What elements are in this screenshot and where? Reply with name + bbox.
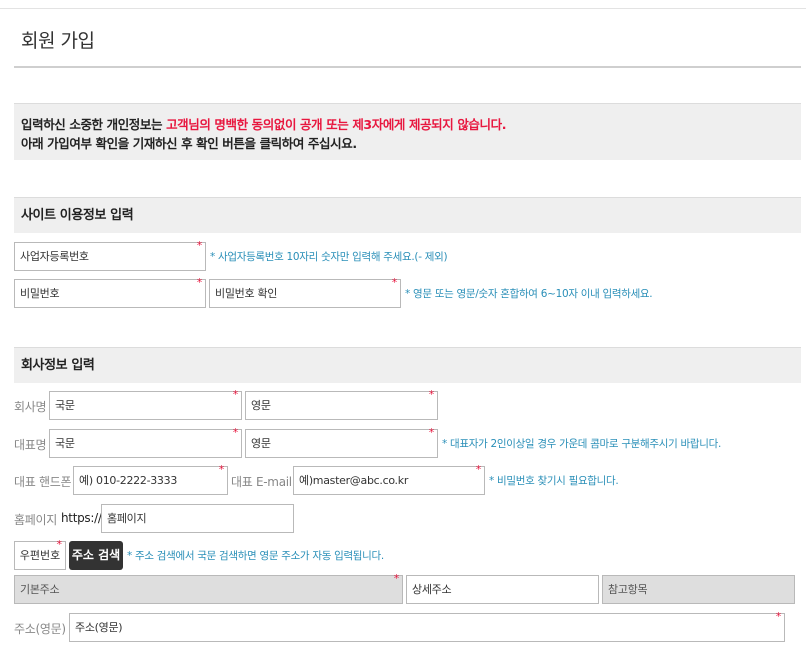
required-mark: * <box>232 426 239 439</box>
required-mark: * <box>428 388 435 401</box>
required-mark: * <box>391 276 398 289</box>
email-label: 대표 E-mail <box>231 475 292 489</box>
password-confirm-placeholder: 비밀번호 확인 <box>215 287 278 300</box>
address-en-placeholder: 주소(영문) <box>75 621 123 634</box>
required-mark: * <box>232 388 239 401</box>
detail-address-placeholder: 상세주소 <box>412 583 452 596</box>
homepage-prefix: https:// <box>61 511 102 525</box>
phone-placeholder: 예) 010-2222-3333 <box>79 474 178 487</box>
email-placeholder: 예)master@abc.co.kr <box>299 474 409 487</box>
phone-input[interactable]: 예) 010-2222-3333 * <box>73 463 228 495</box>
homepage-label: 홈페이지 <box>14 513 57 527</box>
email-input[interactable]: 예)master@abc.co.kr * <box>293 463 485 495</box>
section-title-site-info: 사이트 이용정보 입력 <box>14 197 801 233</box>
required-mark: * <box>56 538 63 551</box>
title-divider <box>14 66 801 68</box>
page-title: 회원 가입 <box>21 30 95 52</box>
required-mark: * <box>428 426 435 439</box>
company-name-en-placeholder: 영문 <box>251 399 271 412</box>
phone-label: 대표 핸드폰 <box>14 475 72 489</box>
notice-line-2: 아래 가입여부 확인을 기재하신 후 확인 버튼을 클릭하여 주십시요. <box>21 136 357 151</box>
required-mark: * <box>775 610 782 623</box>
notice-line-1: 입력하신 소중한 개인정보는 고객님의 명백한 동의없이 공개 또는 제3자에게… <box>21 115 801 134</box>
password-confirm-input[interactable]: 비밀번호 확인 * <box>209 276 401 308</box>
notice-text: 입력하신 소중한 개인정보는 <box>21 117 167 132</box>
reference-input[interactable]: 참고항목 <box>602 575 795 604</box>
base-address-input[interactable]: 기본주소 * <box>14 572 403 604</box>
company-name-ko-input[interactable]: 국문 * <box>49 388 242 420</box>
reference-placeholder: 참고항목 <box>608 583 648 596</box>
password-placeholder: 비밀번호 <box>20 287 60 300</box>
detail-address-input[interactable]: 상세주소 <box>406 575 599 604</box>
notice-highlight: 고객님의 명백한 동의없이 공개 또는 제3자에게 제공되지 않습니다. <box>166 117 507 132</box>
company-name-ko-placeholder: 국문 <box>55 399 75 412</box>
homepage-input[interactable]: 홈페이지 <box>101 504 294 533</box>
email-hint: * 비밀번호 찾기시 필요합니다. <box>489 475 619 487</box>
company-name-en-input[interactable]: 영문 * <box>245 388 438 420</box>
required-mark: * <box>218 463 225 476</box>
required-mark: * <box>475 463 482 476</box>
homepage-placeholder: 홈페이지 <box>107 512 147 525</box>
postal-code-label: 우편번호 <box>19 549 61 562</box>
privacy-notice: 입력하신 소중한 개인정보는 고객님의 명백한 동의없이 공개 또는 제3자에게… <box>14 103 801 160</box>
required-mark: * <box>393 572 400 585</box>
password-input[interactable]: 비밀번호 * <box>14 276 206 308</box>
required-mark: * <box>196 239 203 252</box>
password-hint: * 영문 또는 영문/숫자 혼합하여 6~10자 이내 입력하세요. <box>405 288 653 300</box>
business-number-placeholder: 사업자등록번호 <box>20 250 89 263</box>
business-number-input[interactable]: 사업자등록번호 * <box>14 239 206 271</box>
postal-code-button[interactable]: 우편번호 * <box>14 538 66 570</box>
base-address-placeholder: 기본주소 <box>20 583 60 596</box>
section-title-company-info: 회사정보 입력 <box>14 347 801 383</box>
address-search-button[interactable]: 주소 검색 <box>69 541 123 570</box>
address-en-input[interactable]: 주소(영문) * <box>69 610 785 642</box>
business-number-hint: * 사업자등록번호 10자리 숫자만 입력해 주세요.(- 제외) <box>210 251 448 263</box>
required-mark: * <box>196 276 203 289</box>
ceo-en-placeholder: 영문 <box>251 437 271 450</box>
ceo-hint: * 대표자가 2인이상일 경우 가운데 콤마로 구분해주시기 바랍니다. <box>442 438 721 450</box>
ceo-en-input[interactable]: 영문 * <box>245 426 438 458</box>
ceo-ko-placeholder: 국문 <box>55 437 75 450</box>
ceo-label: 대표명 <box>14 438 47 452</box>
address-hint: * 주소 검색에서 국문 검색하면 영문 주소가 자동 입력됩니다. <box>127 550 384 562</box>
top-divider <box>0 8 806 9</box>
ceo-ko-input[interactable]: 국문 * <box>49 426 242 458</box>
company-name-label: 회사명 <box>14 400 47 414</box>
address-en-label: 주소(영문) <box>14 622 66 636</box>
